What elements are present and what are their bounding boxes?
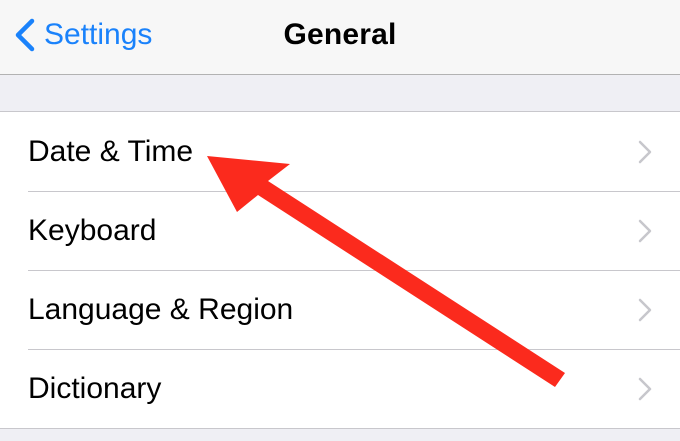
chevron-right-icon (638, 219, 652, 243)
settings-list: Date & Time Keyboard Language & Region D… (0, 111, 680, 429)
list-item-label: Dictionary (28, 372, 162, 405)
list-item-date-time[interactable]: Date & Time (0, 112, 680, 191)
list-item-label: Date & Time (28, 135, 194, 168)
chevron-right-icon (638, 377, 652, 401)
page-title: General (283, 18, 397, 51)
list-item-keyboard[interactable]: Keyboard (0, 191, 680, 270)
chevron-right-icon (638, 140, 652, 164)
chevron-right-icon (638, 298, 652, 322)
list-item-language-region[interactable]: Language & Region (0, 270, 680, 349)
navigation-bar: Settings General (0, 0, 680, 75)
list-item-dictionary[interactable]: Dictionary (0, 349, 680, 428)
list-item-label: Keyboard (28, 214, 157, 247)
list-item-label: Language & Region (28, 293, 294, 326)
